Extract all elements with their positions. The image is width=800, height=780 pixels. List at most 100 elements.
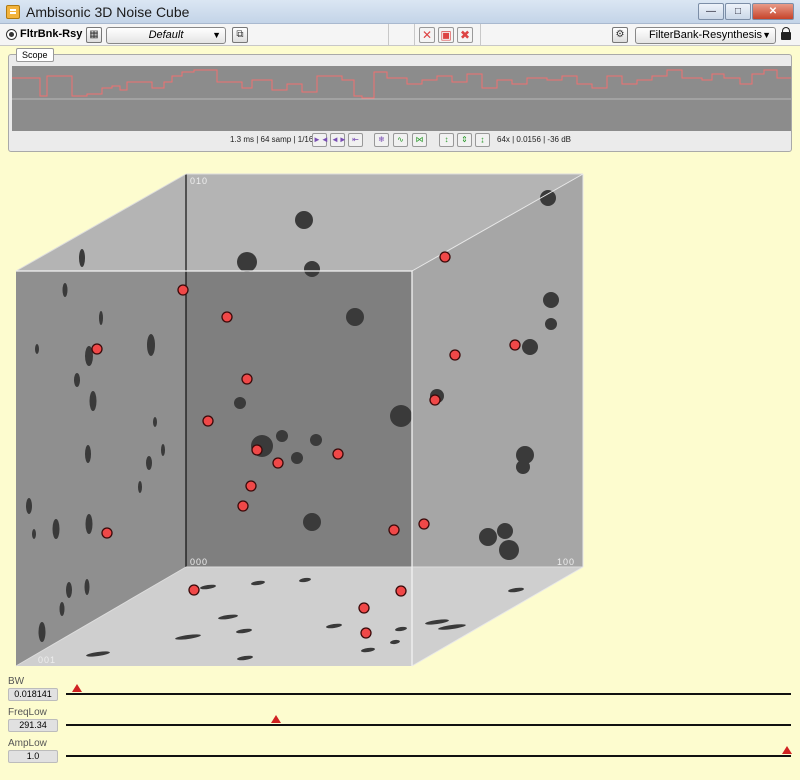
source-shadow (540, 190, 556, 206)
trigger-icon[interactable]: ⋈ (412, 133, 427, 147)
chevron-down-icon: ▼ (762, 30, 771, 40)
noise-source-dot[interactable] (358, 602, 370, 614)
noise-cube-view[interactable]: 010 000 100 001 (0, 160, 800, 670)
noise-source-dot[interactable] (388, 524, 400, 536)
fit-time-icon[interactable]: ⇤ (348, 133, 363, 147)
scope-trace (12, 69, 791, 99)
source-shadow (303, 513, 321, 531)
source-shadow (545, 318, 557, 330)
minimize-button[interactable]: — (698, 3, 724, 20)
noise-source-dot[interactable] (395, 585, 407, 597)
zoom-out-time-icon[interactable]: ◄► (330, 133, 347, 147)
source-shadow (304, 261, 320, 277)
param-value-field[interactable]: 0.018141 (8, 688, 58, 701)
remove-icon[interactable]: ✖ (457, 27, 473, 43)
source-shadow (84, 579, 90, 595)
source-shadow (38, 622, 46, 642)
source-shadow (543, 292, 559, 308)
snapshot-camera-icon[interactable]: ▦ (86, 27, 102, 43)
preset-select[interactable]: Default ▼ (106, 27, 226, 44)
param-slider-track[interactable] (66, 746, 792, 757)
param-slider-track[interactable] (66, 684, 791, 695)
toolbar-divider (480, 24, 481, 46)
source-shadow (26, 498, 32, 514)
param-slider-thumb[interactable] (782, 746, 792, 754)
noise-source-dot[interactable] (101, 527, 113, 539)
label-100: 100 (557, 557, 575, 567)
noise-source-dot[interactable] (418, 518, 430, 530)
title-bar: Ambisonic 3D Noise Cube — □ ✕ (0, 0, 800, 24)
noise-source-dot[interactable] (439, 251, 451, 263)
noise-source-dot[interactable] (449, 349, 461, 361)
source-shadow (499, 540, 519, 560)
source-shadow (52, 519, 60, 539)
fit-amp-icon[interactable]: ↨ (475, 133, 490, 147)
toolbar-divider (414, 24, 415, 46)
noise-source-dot[interactable] (360, 627, 372, 639)
param-value-field[interactable]: 1.0 (8, 750, 58, 763)
param-label: AmpLow (8, 738, 47, 749)
scope-controls: 1.3 ms | 64 samp | 1/16x ►◄ ◄► ⇤ ❄ ∿ ⋈ ↕… (0, 133, 800, 149)
label-010: 010 (190, 176, 208, 186)
app-icon (6, 5, 20, 19)
noise-source-dot[interactable] (509, 339, 521, 351)
plugin-name: FltrBnk-Rsy (20, 28, 83, 40)
window-title: Ambisonic 3D Noise Cube (26, 4, 190, 20)
zoom-in-time-icon[interactable]: ►◄ (312, 133, 329, 147)
source-shadow (516, 460, 530, 474)
source-shadow (32, 529, 36, 539)
source-shadow (234, 397, 246, 409)
zoom-in-amp-icon[interactable]: ↕ (439, 133, 454, 147)
noise-source-dot[interactable] (245, 480, 257, 492)
power-icon[interactable] (6, 29, 17, 40)
noise-source-dot[interactable] (272, 457, 284, 469)
waveform-icon[interactable]: ∿ (393, 133, 408, 147)
source-shadow (276, 430, 288, 442)
delete-icon[interactable]: ✕ (419, 27, 435, 43)
param-slider-thumb[interactable] (71, 684, 82, 692)
noise-source-dot[interactable] (202, 415, 214, 427)
source-shadow (390, 405, 412, 427)
preset-select-value: Default (148, 29, 184, 41)
param-amplow: AmpLow 1.0 (0, 738, 800, 768)
source-shadow (479, 528, 497, 546)
source-shadow (346, 308, 364, 326)
scope-tab[interactable]: Scope (16, 48, 54, 62)
algorithm-select[interactable]: FilterBank-Resynthesis ▼ (635, 27, 776, 44)
maximize-button[interactable]: □ (725, 3, 751, 20)
source-shadow (35, 344, 39, 354)
param-slider-track[interactable] (66, 715, 791, 726)
noise-source-dot[interactable] (221, 311, 233, 323)
noise-source-dot[interactable] (237, 500, 249, 512)
noise-source-dot[interactable] (177, 284, 189, 296)
noise-source-dot[interactable] (91, 343, 103, 355)
noise-source-dot[interactable] (332, 448, 344, 460)
param-label: FreqLow (8, 707, 47, 718)
clear-icon[interactable]: ▣ (438, 27, 454, 43)
chevron-down-icon: ▼ (212, 30, 221, 40)
param-bw: BW 0.018141 (0, 676, 800, 706)
source-shadow (161, 444, 165, 456)
window-controls: — □ ✕ (697, 3, 794, 20)
freeze-icon[interactable]: ❄ (374, 133, 389, 147)
noise-source-dot[interactable] (251, 444, 263, 456)
source-shadow (295, 211, 313, 229)
source-shadow (153, 417, 157, 427)
source-shadow (147, 334, 155, 356)
close-button[interactable]: ✕ (752, 3, 794, 20)
noise-source-dot[interactable] (188, 584, 200, 596)
noise-source-dot[interactable] (429, 394, 441, 406)
zoom-out-amp-icon[interactable]: ⇕ (457, 133, 472, 147)
scope-time-info: 1.3 ms | 64 samp | 1/16x (230, 135, 318, 144)
param-value-field[interactable]: 291.34 (8, 719, 58, 732)
source-shadow (146, 456, 152, 470)
lock-icon[interactable] (781, 27, 791, 40)
copy-preset-icon[interactable]: ⧉ (232, 27, 248, 43)
source-shadow (99, 311, 103, 325)
label-000: 000 (190, 557, 208, 567)
source-shadow (85, 445, 91, 463)
source-shadow (310, 434, 322, 446)
noise-source-dot[interactable] (241, 373, 253, 385)
gear-icon[interactable]: ⚙ (612, 27, 628, 43)
param-slider-thumb[interactable] (270, 715, 281, 723)
